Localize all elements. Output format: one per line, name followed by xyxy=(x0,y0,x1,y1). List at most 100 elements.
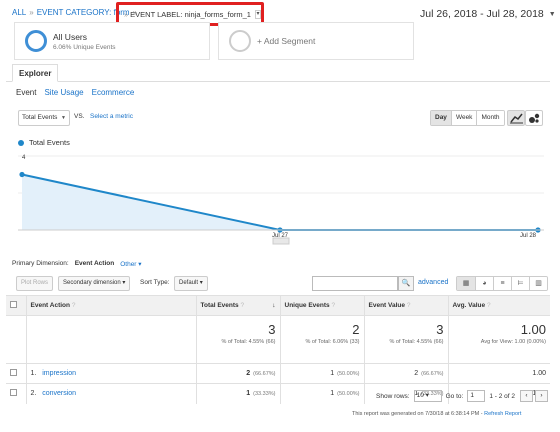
comparison-view-icon[interactable]: ⊨ xyxy=(511,277,529,290)
show-rows-label: Show rows: xyxy=(376,392,410,400)
add-segment-label: + Add Segment xyxy=(257,36,316,46)
table-toolbar: Plot Rows Secondary dimension ▾ Sort Typ… xyxy=(16,276,548,292)
help-icon: ? xyxy=(486,302,491,309)
search-icon[interactable]: 🔍 xyxy=(398,276,414,291)
data-point[interactable] xyxy=(19,171,25,178)
event-label-text: EVENT LABEL: ninja_forms_form_1 xyxy=(130,9,251,19)
row-avg-value: 1.00 xyxy=(447,363,550,384)
pie-chart-view-icon[interactable]: ◕ xyxy=(475,277,493,290)
totals-total-events-value: 3 xyxy=(268,322,276,337)
chevron-down-icon: ▾ xyxy=(425,392,429,399)
day-button[interactable]: Day xyxy=(431,111,451,125)
tab-explorer[interactable]: Explorer xyxy=(12,64,59,82)
chevron-down-icon: ▼ xyxy=(61,115,66,121)
vs-label: VS. xyxy=(74,113,85,120)
metric-select[interactable]: Total Events ▼ xyxy=(18,110,70,126)
metric-select-value: Total Events xyxy=(22,114,58,121)
row-checkbox-cell xyxy=(6,363,26,384)
chart-legend: Total Events xyxy=(18,138,70,147)
subtab-event[interactable]: Event xyxy=(16,88,36,97)
col-event-action[interactable]: Event Action ? xyxy=(25,295,196,316)
row-checkbox[interactable] xyxy=(10,369,17,376)
totals-empty-cell xyxy=(6,315,26,364)
subtab-ecommerce[interactable]: Ecommerce xyxy=(92,88,135,97)
row-total-pct: (66.67%) xyxy=(253,371,276,377)
totals-row: 3 % of Total: 4.55% (66) 2 % of Total: 6.0… xyxy=(6,315,550,364)
primary-dimension-label: Primary Dimension: xyxy=(12,260,69,267)
col-event-value-label: Event Value xyxy=(368,302,406,309)
series-area xyxy=(22,174,538,230)
plot-rows-button[interactable]: Plot Rows xyxy=(16,276,54,291)
segment-all-users[interactable]: All Users 6.06% Unique Events xyxy=(14,22,210,60)
prev-page-icon[interactable]: ‹ xyxy=(519,390,533,402)
chevron-down-icon: ▼ xyxy=(548,10,556,18)
add-segment-button[interactable]: + Add Segment xyxy=(218,22,414,60)
select-metric-link[interactable]: Select a metric xyxy=(90,113,133,120)
row-unique-value: 1 xyxy=(330,390,335,398)
col-event-value[interactable]: Event Value ? xyxy=(363,295,448,316)
select-all-checkbox-cell xyxy=(6,295,26,316)
advanced-filter-link[interactable]: advanced xyxy=(418,279,448,286)
col-total-events-label: Total Events xyxy=(200,302,239,309)
row-index: 1. xyxy=(30,370,37,377)
row-unique-events: 1 (50.00%) xyxy=(279,383,364,404)
subtab-site-usage[interactable]: Site Usage xyxy=(44,88,83,97)
goto-page-input[interactable]: 1 xyxy=(467,390,486,402)
other-dimension-label: Other xyxy=(120,261,137,268)
primary-dimension-value[interactable]: Event Action xyxy=(75,260,115,268)
date-range-text: Jul 26, 2018 - Jul 28, 2018 xyxy=(420,8,544,20)
chevron-right-icon: » xyxy=(124,9,129,19)
line-chart-view-button[interactable] xyxy=(507,110,525,126)
secondary-dimension-select[interactable]: Secondary dimension ▾ xyxy=(58,276,131,291)
report-generated-note: This report was generated on 7/30/18 at … xyxy=(352,411,521,417)
table-search-input[interactable] xyxy=(312,276,398,291)
sort-type-label: Sort Type: xyxy=(140,279,170,286)
sort-type-select[interactable]: Default ▾ xyxy=(174,276,208,291)
row-checkbox-cell xyxy=(6,383,26,404)
segment-circle-icon xyxy=(25,30,47,52)
col-unique-events[interactable]: Unique Events ? xyxy=(279,295,364,316)
select-all-checkbox[interactable] xyxy=(10,301,17,308)
event-action-table: Event Action ? Total Events ? ↓ Unique E… xyxy=(6,295,550,404)
help-icon: ? xyxy=(240,302,245,309)
totals-event-value-sub: % of Total: 4.55% (66) xyxy=(389,339,444,345)
total-events-line-chart: 42Jul 27Jul 28 xyxy=(18,155,544,245)
rows-per-page-select[interactable]: 10 ▾ xyxy=(413,390,442,402)
performance-view-icon[interactable]: ≡ xyxy=(493,277,511,290)
totals-unique-events-value: 2 xyxy=(352,322,360,337)
motion-chart-view-button[interactable] xyxy=(525,110,543,126)
row-unique-pct: (50.00%) xyxy=(337,371,360,377)
row-value-pct: (66.67%) xyxy=(421,371,444,377)
data-table-view-icon[interactable]: ▦ xyxy=(457,277,475,290)
row-action-link[interactable]: conversion xyxy=(42,390,76,397)
help-icon: ? xyxy=(406,302,411,309)
help-icon: ? xyxy=(71,302,76,309)
other-dimension-link[interactable]: Other ▾ xyxy=(120,260,141,268)
row-checkbox[interactable] xyxy=(10,389,17,397)
row-unique-events: 1 (50.00%) xyxy=(279,363,364,384)
segment-placeholder-icon xyxy=(229,30,251,52)
date-range-picker[interactable]: Jul 26, 2018 - Jul 28, 2018 ▼ xyxy=(420,8,556,20)
row-action-link[interactable]: impression xyxy=(42,370,76,377)
row-event-value: 2 (66.67%) xyxy=(363,363,448,384)
breadcrumb-all[interactable]: ALL xyxy=(12,8,26,17)
chart-resize-handle[interactable] xyxy=(272,237,290,245)
month-button[interactable]: Month xyxy=(476,111,504,125)
legend-dot-icon xyxy=(18,139,24,146)
row-index: 2. xyxy=(30,390,37,398)
col-avg-value[interactable]: Avg. Value ? xyxy=(447,295,550,316)
refresh-report-link[interactable]: Refresh Report xyxy=(484,411,521,417)
week-button[interactable]: Week xyxy=(450,111,477,125)
pagination: Show rows: 10 ▾ Go to: 1 1 - 2 of 2 ‹ › xyxy=(376,390,548,402)
next-page-icon[interactable]: › xyxy=(534,390,548,402)
goto-label: Go to: xyxy=(445,392,464,400)
explorer-subtabs: Event Site Usage Ecommerce xyxy=(16,88,134,97)
col-total-events[interactable]: Total Events ? ↓ xyxy=(195,295,280,316)
row-unique-value: 1 xyxy=(330,370,335,377)
row-total-events: 2 (66.67%) xyxy=(195,363,280,384)
totals-unique-events-sub: % of Total: 6.06% (33) xyxy=(305,339,360,345)
dropdown-caret-icon[interactable]: ▾ xyxy=(254,9,261,19)
pivot-view-icon[interactable]: ▥ xyxy=(529,277,547,290)
totals-event-value-value: 3 xyxy=(436,322,444,337)
rows-per-page-value: 10 xyxy=(416,392,424,399)
